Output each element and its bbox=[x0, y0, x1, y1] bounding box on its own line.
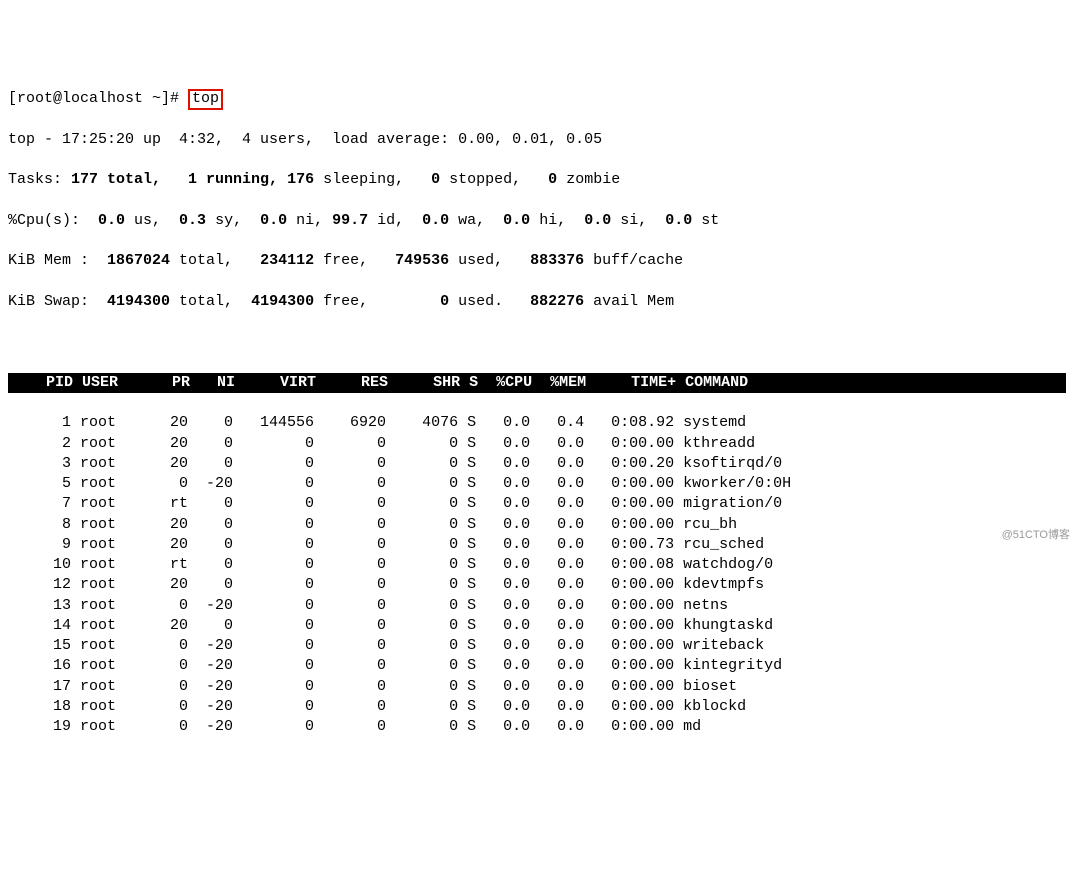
mem-buff: 883376 bbox=[530, 252, 584, 269]
command-text: top bbox=[192, 90, 219, 107]
tasks-total: 177 total, bbox=[71, 171, 161, 188]
cpu-id: 99.7 bbox=[332, 212, 368, 229]
process-row[interactable]: 19 root 0 -20 0 0 0 S 0.0 0.0 0:00.00 md bbox=[8, 717, 1066, 737]
tasks-zombie: 0 bbox=[548, 171, 557, 188]
mem-total-s: total, bbox=[170, 252, 260, 269]
swap-free-s: free, bbox=[314, 293, 440, 310]
cpu-st-s: st bbox=[692, 212, 719, 229]
process-row[interactable]: 9 root 20 0 0 0 0 S 0.0 0.0 0:00.73 rcu_… bbox=[8, 535, 1066, 555]
mem-free-s: free, bbox=[314, 252, 395, 269]
cpu-sy: 0.3 bbox=[179, 212, 206, 229]
swap-avail: 882276 bbox=[530, 293, 584, 310]
process-row[interactable]: 3 root 20 0 0 0 0 S 0.0 0.0 0:00.20 ksof… bbox=[8, 454, 1066, 474]
summary-line-swap: KiB Swap: 4194300 total, 4194300 free, 0… bbox=[8, 292, 1066, 312]
cpu-label: %Cpu(s): bbox=[8, 212, 98, 229]
swap-total-s: total, bbox=[170, 293, 251, 310]
mem-free: 234112 bbox=[260, 252, 314, 269]
swap-free: 4194300 bbox=[251, 293, 314, 310]
tasks-sleeping: 176 bbox=[287, 171, 314, 188]
shell-prompt-line: [root@localhost ~]# top bbox=[8, 89, 1066, 110]
process-row[interactable]: 5 root 0 -20 0 0 0 S 0.0 0.0 0:00.00 kwo… bbox=[8, 474, 1066, 494]
process-row[interactable]: 16 root 0 -20 0 0 0 S 0.0 0.0 0:00.00 ki… bbox=[8, 656, 1066, 676]
process-row[interactable]: 15 root 0 -20 0 0 0 S 0.0 0.0 0:00.00 wr… bbox=[8, 636, 1066, 656]
process-row[interactable]: 14 root 20 0 0 0 0 S 0.0 0.0 0:00.00 khu… bbox=[8, 616, 1066, 636]
cpu-us: 0.0 bbox=[98, 212, 125, 229]
swap-used: 0 bbox=[440, 293, 449, 310]
blank-line bbox=[8, 332, 1066, 352]
process-row[interactable]: 8 root 20 0 0 0 0 S 0.0 0.0 0:00.00 rcu_… bbox=[8, 515, 1066, 535]
cpu-hi-s: hi, bbox=[530, 212, 584, 229]
cpu-si-s: si, bbox=[611, 212, 665, 229]
tasks-running: 1 running, bbox=[188, 171, 278, 188]
cpu-wa: 0.0 bbox=[422, 212, 449, 229]
summary-line-mem: KiB Mem : 1867024 total, 234112 free, 74… bbox=[8, 251, 1066, 271]
tasks-label: Tasks: bbox=[8, 171, 71, 188]
mem-buff-s: buff/cache bbox=[584, 252, 683, 269]
command-highlight-box: top bbox=[188, 89, 223, 110]
swap-used-s: used. bbox=[449, 293, 530, 310]
process-row[interactable]: 10 root rt 0 0 0 0 S 0.0 0.0 0:00.08 wat… bbox=[8, 555, 1066, 575]
cpu-ni: 0.0 bbox=[260, 212, 287, 229]
shell-prompt: [root@localhost ~]# bbox=[8, 90, 188, 107]
cpu-us-s: us, bbox=[125, 212, 179, 229]
process-row[interactable]: 1 root 20 0 144556 6920 4076 S 0.0 0.4 0… bbox=[8, 413, 1066, 433]
mem-used: 749536 bbox=[395, 252, 449, 269]
mem-total: 1867024 bbox=[107, 252, 170, 269]
summary-line-uptime: top - 17:25:20 up 4:32, 4 users, load av… bbox=[8, 130, 1066, 150]
process-table-header[interactable]: PID USER PR NI VIRT RES SHR S %CPU %MEM … bbox=[8, 373, 1066, 393]
cpu-hi: 0.0 bbox=[503, 212, 530, 229]
cpu-si: 0.0 bbox=[584, 212, 611, 229]
cpu-sy-s: sy, bbox=[206, 212, 260, 229]
tasks-zombie-suffix: zombie bbox=[557, 171, 620, 188]
process-row[interactable]: 2 root 20 0 0 0 0 S 0.0 0.0 0:00.00 kthr… bbox=[8, 434, 1066, 454]
swap-total: 4194300 bbox=[107, 293, 170, 310]
process-row[interactable]: 18 root 0 -20 0 0 0 S 0.0 0.0 0:00.00 kb… bbox=[8, 697, 1066, 717]
cpu-wa-s: wa, bbox=[449, 212, 503, 229]
summary-line-tasks: Tasks: 177 total, 1 running, 176 sleepin… bbox=[8, 170, 1066, 190]
summary-line-cpu: %Cpu(s): 0.0 us, 0.3 sy, 0.0 ni, 99.7 id… bbox=[8, 211, 1066, 231]
tasks-stopped-suffix: stopped, bbox=[440, 171, 548, 188]
tasks-stopped: 0 bbox=[431, 171, 440, 188]
swap-label: KiB Swap: bbox=[8, 293, 107, 310]
cpu-id-s: id, bbox=[368, 212, 422, 229]
cpu-st: 0.0 bbox=[665, 212, 692, 229]
process-row[interactable]: 13 root 0 -20 0 0 0 S 0.0 0.0 0:00.00 ne… bbox=[8, 596, 1066, 616]
cpu-ni-s: ni, bbox=[287, 212, 332, 229]
process-table-body[interactable]: 1 root 20 0 144556 6920 4076 S 0.0 0.4 0… bbox=[8, 413, 1066, 737]
mem-label: KiB Mem : bbox=[8, 252, 107, 269]
process-row[interactable]: 7 root rt 0 0 0 0 S 0.0 0.0 0:00.00 migr… bbox=[8, 494, 1066, 514]
mem-used-s: used, bbox=[449, 252, 530, 269]
process-row[interactable]: 17 root 0 -20 0 0 0 S 0.0 0.0 0:00.00 bi… bbox=[8, 677, 1066, 697]
swap-avail-s: avail Mem bbox=[584, 293, 674, 310]
watermark: @51CTO博客 bbox=[1002, 528, 1070, 543]
process-row[interactable]: 12 root 20 0 0 0 0 S 0.0 0.0 0:00.00 kde… bbox=[8, 575, 1066, 595]
tasks-sleeping-suffix: sleeping, bbox=[314, 171, 431, 188]
